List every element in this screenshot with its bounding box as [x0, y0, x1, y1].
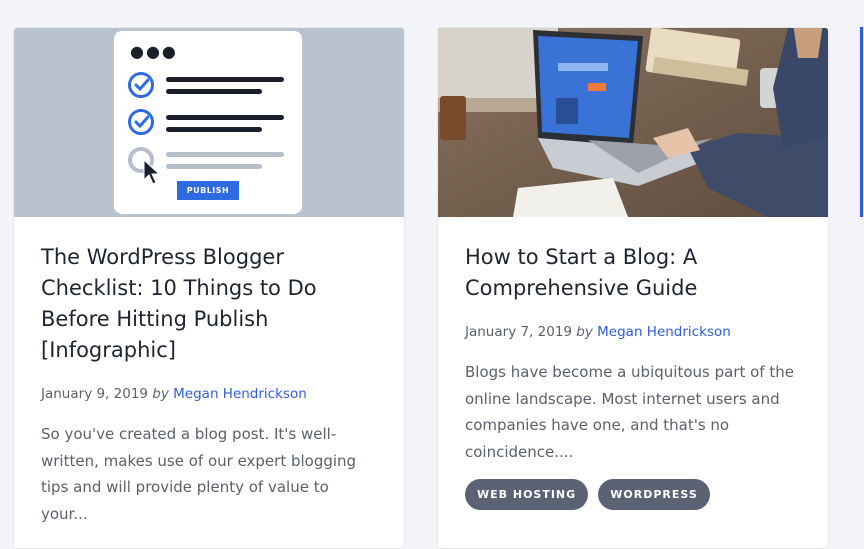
checklist-line — [166, 89, 262, 94]
post-title[interactable]: The WordPress Blogger Checklist: 10 Thin… — [41, 242, 377, 366]
post-author-link[interactable]: Megan Hendrickson — [173, 386, 307, 402]
post-excerpt: So you've created a blog post. It's well… — [41, 425, 357, 523]
laptop-desk-photo — [438, 28, 828, 217]
post-card-partial[interactable] — [859, 27, 864, 217]
post-thumbnail-partial — [860, 27, 863, 217]
post-title[interactable]: How to Start a Blog: A Comprehensive Gui… — [465, 242, 801, 304]
checked-circle-icon — [128, 72, 154, 98]
post-date: January 9, 2019 — [41, 386, 148, 402]
post-excerpt: Blogs have become a ubiquitous part of t… — [465, 363, 794, 461]
post-by-label: by — [576, 324, 593, 340]
dots-icon: ●●● — [130, 42, 178, 61]
post-card-body: How to Start a Blog: A Comprehensive Gui… — [438, 242, 828, 510]
post-meta: January 9, 2019 by Megan Hendrickson — [41, 386, 377, 402]
post-date: January 7, 2019 — [465, 324, 572, 340]
checklist-line — [166, 152, 284, 157]
post-thumbnail-checklist[interactable]: ●●● PUBLISH — [14, 28, 404, 217]
post-author-link[interactable]: Megan Hendrickson — [597, 324, 731, 340]
post-thumbnail-laptop[interactable] — [438, 28, 828, 217]
post-card-start-blog[interactable]: How to Start a Blog: A Comprehensive Gui… — [437, 27, 829, 549]
checklist-line — [166, 127, 262, 132]
post-card-body: The WordPress Blogger Checklist: 10 Thin… — [14, 242, 404, 527]
post-meta: January 7, 2019 by Megan Hendrickson — [465, 324, 801, 340]
tag-web-hosting[interactable]: WEB HOSTING — [465, 479, 589, 510]
checklist-line — [166, 77, 284, 82]
post-by-label: by — [152, 386, 169, 402]
cursor-icon — [143, 159, 161, 185]
checklist-line — [166, 115, 284, 120]
post-tags: WEB HOSTING WORDPRESS — [465, 479, 801, 510]
checklist-illustration: ●●● PUBLISH — [114, 31, 302, 214]
checklist-line — [166, 164, 262, 169]
checked-circle-icon — [128, 109, 154, 135]
post-card-checklist[interactable]: ●●● PUBLISH The WordPress Blogger Checkl… — [13, 27, 405, 549]
tag-wordpress[interactable]: WORDPRESS — [598, 479, 710, 510]
publish-illustration-label: PUBLISH — [177, 181, 239, 200]
